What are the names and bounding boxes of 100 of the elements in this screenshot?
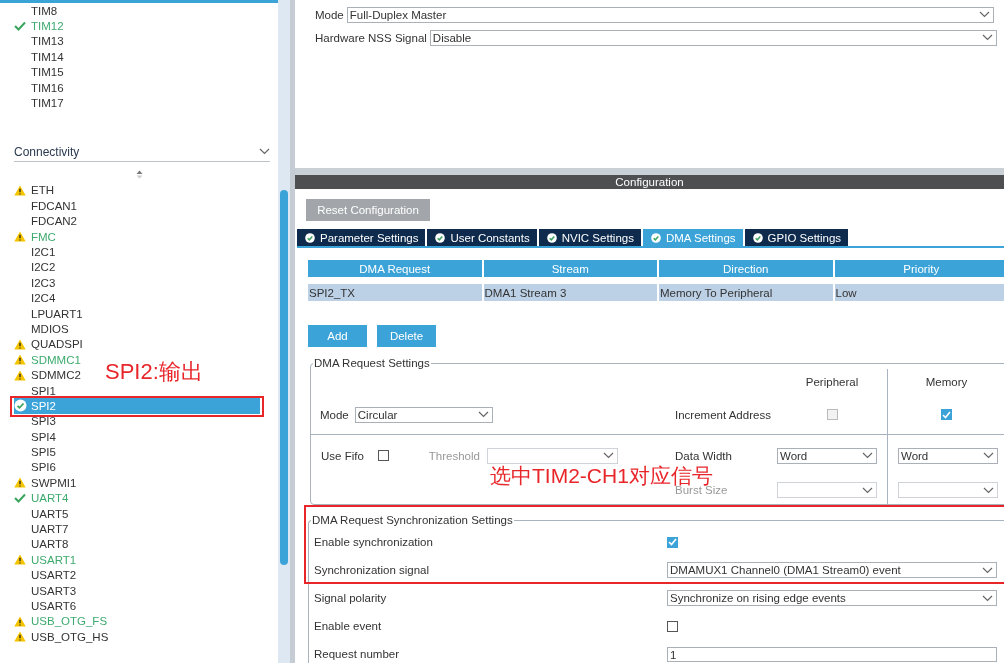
warning-icon (14, 631, 26, 643)
chevron-down-icon (862, 486, 873, 494)
sidebar-item[interactable]: USART2 (14, 567, 77, 583)
chevron-down-icon (862, 452, 873, 459)
field-label: Synchronization signal (314, 564, 431, 576)
sidebar-item[interactable]: SPI3 (14, 413, 56, 429)
sidebar-item[interactable]: I2C2 (14, 259, 56, 276)
field-label: Enable event (314, 620, 383, 632)
chevron-down-icon (477, 411, 489, 418)
table-cell: SPI2_TX (308, 284, 482, 301)
annotation-text: 选中TIM2-CH1对应信号 (490, 465, 713, 486)
chevron-down-icon (259, 148, 270, 156)
tab[interactable]: Parameter Settings (297, 229, 426, 246)
sidebar-item[interactable]: FDCAN1 (14, 198, 77, 214)
sidebar-item[interactable]: TIM17 (14, 95, 64, 111)
sidebar-item[interactable]: TIM14 (14, 49, 64, 65)
category-header[interactable]: Connectivity (14, 142, 270, 162)
sidebar-item[interactable]: TIM16 (14, 79, 64, 96)
sidebar-item[interactable]: I2C1 (14, 244, 56, 260)
field-label: Hardware NSS Signal (315, 31, 427, 44)
checkbox[interactable] (377, 450, 389, 461)
warning-icon (14, 231, 26, 243)
checkbox[interactable] (826, 409, 838, 420)
dropdown[interactable]: Word (898, 447, 998, 464)
sidebar-item[interactable]: I2C3 (14, 275, 56, 291)
checkbox[interactable] (941, 409, 952, 420)
sidebar-item[interactable]: UART7 (14, 521, 69, 537)
column-header: DMA Request (308, 260, 482, 277)
field-label: Mode (320, 408, 349, 421)
sidebar-item[interactable]: SWPMI1 (14, 475, 77, 491)
tab[interactable]: User Constants (427, 229, 537, 246)
sidebar-item[interactable]: TIM13 (14, 33, 64, 50)
sidebar-item[interactable]: QUADSPI (14, 336, 83, 353)
dropdown[interactable]: Disable (429, 29, 997, 46)
field-label: Threshold (428, 449, 480, 462)
sidebar-item[interactable]: FDCAN2 (14, 213, 77, 229)
checkbox[interactable] (667, 620, 678, 632)
dropdown[interactable]: Synchronize on rising edge events (667, 590, 997, 606)
scrollbar[interactable] (278, 0, 290, 663)
chevron-down-icon (982, 566, 993, 574)
check-circle-icon (305, 232, 315, 243)
sidebar-item[interactable]: SDMMC2 (14, 367, 81, 383)
warning-icon (14, 369, 26, 381)
sidebar-item[interactable]: TIM8 (14, 3, 58, 19)
chevron-down-icon (602, 452, 614, 459)
dropdown[interactable] (898, 482, 998, 498)
sidebar-item[interactable]: SPI5 (14, 444, 56, 460)
field-label: Data Width (675, 449, 732, 462)
scrollbar-thumb[interactable] (280, 190, 288, 565)
input-field[interactable]: 1 (667, 646, 997, 662)
dropdown[interactable] (486, 447, 618, 464)
group-title: DMA Request Settings (313, 357, 431, 369)
warning-icon (14, 615, 26, 627)
chevron-down-icon (983, 452, 994, 459)
check-circle-icon (14, 399, 27, 413)
dropdown[interactable]: Circular (354, 406, 493, 423)
column-header: Priority (834, 260, 1004, 277)
check-icon (14, 493, 26, 504)
tab[interactable]: NVIC Settings (538, 229, 641, 246)
table-cell: Memory To Peripheral (659, 284, 833, 301)
chevron-down-icon (982, 594, 993, 602)
sidebar-item[interactable]: SPI4 (14, 429, 56, 445)
chevron-down-icon (978, 11, 990, 18)
splitter-bar[interactable] (295, 168, 1004, 175)
sidebar-item[interactable]: USART6 (14, 598, 77, 614)
sidebar-item[interactable]: USB_OTG_HS (14, 629, 109, 645)
dropdown[interactable]: DMAMUX1 Channel0 (DMA1 Stream0) event (667, 562, 997, 578)
column-header: Direction (659, 260, 833, 277)
field-label: Increment Address (675, 408, 771, 421)
sidebar-item[interactable]: MDIOS (14, 321, 69, 337)
sidebar-item[interactable]: USART3 (14, 582, 77, 599)
warning-icon (14, 338, 26, 350)
dropdown[interactable]: Full-Duplex Master (346, 6, 994, 23)
field-label: Signal polarity (314, 592, 388, 604)
dropdown[interactable] (777, 482, 877, 498)
check-circle-icon (546, 232, 557, 243)
checkbox[interactable] (667, 536, 678, 548)
dropdown[interactable]: Word (777, 447, 877, 464)
sidebar-item[interactable]: TIM15 (14, 64, 64, 80)
column-header: Stream (483, 260, 657, 277)
warning-icon (14, 477, 26, 489)
check-circle-icon (650, 232, 661, 243)
sidebar-item[interactable]: LPUART1 (14, 305, 83, 322)
sidebar-item[interactable]: ETH (14, 182, 54, 199)
chevron-down-icon (981, 34, 993, 41)
check-circle-icon (752, 232, 763, 243)
check-icon (14, 21, 26, 32)
table-cell: DMA1 Stream 3 (483, 284, 657, 301)
sidebar-item[interactable]: UART8 (14, 536, 69, 553)
field-label: Enable synchronization (314, 536, 434, 548)
sidebar-item[interactable]: UART5 (14, 505, 69, 522)
sidebar-item[interactable]: SPI1 (14, 382, 56, 399)
annotation-text: SPI2:输出 (105, 361, 203, 383)
sidebar-item[interactable]: I2C4 (14, 290, 56, 306)
tab[interactable]: GPIO Settings (744, 229, 849, 246)
scroll-up-icon (135, 169, 143, 179)
field-label: Use Fifo (321, 449, 364, 462)
group-title: DMA Request Synchronization Settings (311, 514, 514, 526)
sidebar-item[interactable]: SPI6 (14, 459, 56, 476)
column-header: Memory (925, 376, 968, 388)
